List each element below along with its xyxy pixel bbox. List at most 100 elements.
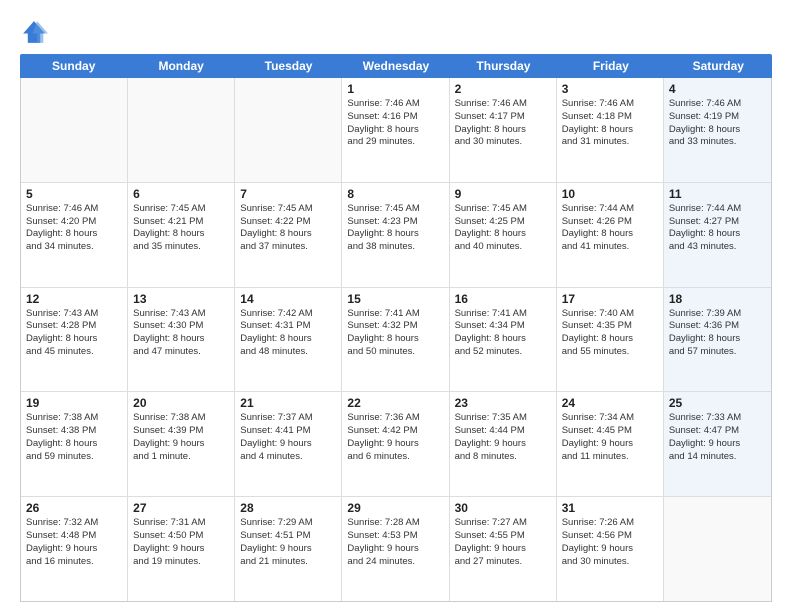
- calendar: SundayMondayTuesdayWednesdayThursdayFrid…: [20, 54, 772, 602]
- day-number: 15: [347, 292, 443, 306]
- cal-cell: 13Sunrise: 7:43 AM Sunset: 4:30 PM Dayli…: [128, 288, 235, 392]
- cal-cell: 7 Sunrise: 7:45 AM Sunset: 4:22 PM Daylig…: [235, 183, 342, 287]
- logo: [20, 18, 52, 46]
- cal-cell: 3 Sunrise: 7:46 AM Sunset: 4:18 PM Daylig…: [557, 78, 664, 182]
- cal-cell: 30Sunrise: 7:27 AM Sunset: 4:55 PM Dayli…: [450, 497, 557, 601]
- cell-text: Sunrise: 7:35 AM Sunset: 4:44 PM Dayligh…: [455, 412, 551, 463]
- cal-cell: [235, 78, 342, 182]
- cell-text: Sunrise: 7:43 AM Sunset: 4:30 PM Dayligh…: [133, 308, 229, 359]
- header-cell-wednesday: Wednesday: [342, 54, 449, 78]
- day-number: 2: [455, 82, 551, 96]
- cal-cell: 4 Sunrise: 7:46 AM Sunset: 4:19 PM Daylig…: [664, 78, 771, 182]
- day-number: 20: [133, 396, 229, 410]
- cell-text: Sunrise: 7:46 AM Sunset: 4:18 PM Dayligh…: [562, 98, 658, 149]
- cell-text: Sunrise: 7:41 AM Sunset: 4:34 PM Dayligh…: [455, 308, 551, 359]
- header-cell-sunday: Sunday: [20, 54, 127, 78]
- cal-cell: 16Sunrise: 7:41 AM Sunset: 4:34 PM Dayli…: [450, 288, 557, 392]
- cal-cell: [664, 497, 771, 601]
- week-row-5: 26Sunrise: 7:32 AM Sunset: 4:48 PM Dayli…: [21, 497, 771, 601]
- cal-cell: 23 Sunrise: 7:35 AM Sunset: 4:44 PM Dayli…: [450, 392, 557, 496]
- header-cell-monday: Monday: [127, 54, 234, 78]
- header-cell-thursday: Thursday: [450, 54, 557, 78]
- cell-text: Sunrise: 7:41 AM Sunset: 4:32 PM Dayligh…: [347, 308, 443, 359]
- day-number: 3: [562, 82, 658, 96]
- cal-cell: 26Sunrise: 7:32 AM Sunset: 4:48 PM Dayli…: [21, 497, 128, 601]
- cell-text: Sunrise: 7:45 AM Sunset: 4:22 PM Dayligh…: [240, 203, 336, 254]
- cal-cell: [128, 78, 235, 182]
- header-cell-saturday: Saturday: [665, 54, 772, 78]
- cell-text: Sunrise: 7:26 AM Sunset: 4:56 PM Dayligh…: [562, 517, 658, 568]
- cal-cell: 19Sunrise: 7:38 AM Sunset: 4:38 PM Dayli…: [21, 392, 128, 496]
- cell-text: Sunrise: 7:33 AM Sunset: 4:47 PM Dayligh…: [669, 412, 766, 463]
- header: [20, 18, 772, 46]
- cell-text: Sunrise: 7:40 AM Sunset: 4:35 PM Dayligh…: [562, 308, 658, 359]
- cell-text: Sunrise: 7:43 AM Sunset: 4:28 PM Dayligh…: [26, 308, 122, 359]
- day-number: 26: [26, 501, 122, 515]
- week-row-1: 1 Sunrise: 7:46 AM Sunset: 4:16 PM Daylig…: [21, 78, 771, 183]
- cell-text: Sunrise: 7:39 AM Sunset: 4:36 PM Dayligh…: [669, 308, 766, 359]
- day-number: 17: [562, 292, 658, 306]
- cal-cell: 20 Sunrise: 7:38 AM Sunset: 4:39 PM Dayli…: [128, 392, 235, 496]
- day-number: 31: [562, 501, 658, 515]
- cell-text: Sunrise: 7:34 AM Sunset: 4:45 PM Dayligh…: [562, 412, 658, 463]
- header-cell-friday: Friday: [557, 54, 664, 78]
- cell-text: Sunrise: 7:29 AM Sunset: 4:51 PM Dayligh…: [240, 517, 336, 568]
- cal-cell: 6Sunrise: 7:45 AM Sunset: 4:21 PM Daylig…: [128, 183, 235, 287]
- cell-text: Sunrise: 7:27 AM Sunset: 4:55 PM Dayligh…: [455, 517, 551, 568]
- day-number: 29: [347, 501, 443, 515]
- cal-cell: 14 Sunrise: 7:42 AM Sunset: 4:31 PM Dayli…: [235, 288, 342, 392]
- cell-text: Sunrise: 7:42 AM Sunset: 4:31 PM Dayligh…: [240, 308, 336, 359]
- cal-cell: 29Sunrise: 7:28 AM Sunset: 4:53 PM Dayli…: [342, 497, 449, 601]
- cal-cell: 5Sunrise: 7:46 AM Sunset: 4:20 PM Daylig…: [21, 183, 128, 287]
- cal-cell: 25 Sunrise: 7:33 AM Sunset: 4:47 PM Dayli…: [664, 392, 771, 496]
- header-cell-tuesday: Tuesday: [235, 54, 342, 78]
- cell-text: Sunrise: 7:38 AM Sunset: 4:39 PM Dayligh…: [133, 412, 229, 463]
- day-number: 23: [455, 396, 551, 410]
- day-number: 1: [347, 82, 443, 96]
- day-number: 10: [562, 187, 658, 201]
- cal-cell: 24 Sunrise: 7:34 AM Sunset: 4:45 PM Dayli…: [557, 392, 664, 496]
- week-row-3: 12 Sunrise: 7:43 AM Sunset: 4:28 PM Dayli…: [21, 288, 771, 393]
- cell-text: Sunrise: 7:45 AM Sunset: 4:23 PM Dayligh…: [347, 203, 443, 254]
- calendar-header: SundayMondayTuesdayWednesdayThursdayFrid…: [20, 54, 772, 78]
- logo-icon: [20, 18, 48, 46]
- day-number: 12: [26, 292, 122, 306]
- cal-cell: 17 Sunrise: 7:40 AM Sunset: 4:35 PM Dayli…: [557, 288, 664, 392]
- cal-cell: 8 Sunrise: 7:45 AM Sunset: 4:23 PM Daylig…: [342, 183, 449, 287]
- cal-cell: 12 Sunrise: 7:43 AM Sunset: 4:28 PM Dayli…: [21, 288, 128, 392]
- calendar-body: 1 Sunrise: 7:46 AM Sunset: 4:16 PM Daylig…: [20, 78, 772, 602]
- cal-cell: [21, 78, 128, 182]
- cell-text: Sunrise: 7:37 AM Sunset: 4:41 PM Dayligh…: [240, 412, 336, 463]
- day-number: 22: [347, 396, 443, 410]
- cal-cell: 15 Sunrise: 7:41 AM Sunset: 4:32 PM Dayli…: [342, 288, 449, 392]
- cell-text: Sunrise: 7:46 AM Sunset: 4:16 PM Dayligh…: [347, 98, 443, 149]
- day-number: 27: [133, 501, 229, 515]
- cell-text: Sunrise: 7:46 AM Sunset: 4:19 PM Dayligh…: [669, 98, 766, 149]
- week-row-2: 5Sunrise: 7:46 AM Sunset: 4:20 PM Daylig…: [21, 183, 771, 288]
- cell-text: Sunrise: 7:45 AM Sunset: 4:21 PM Dayligh…: [133, 203, 229, 254]
- day-number: 25: [669, 396, 766, 410]
- day-number: 24: [562, 396, 658, 410]
- cal-cell: 18Sunrise: 7:39 AM Sunset: 4:36 PM Dayli…: [664, 288, 771, 392]
- day-number: 7: [240, 187, 336, 201]
- cal-cell: 11 Sunrise: 7:44 AM Sunset: 4:27 PM Dayli…: [664, 183, 771, 287]
- cal-cell: 2 Sunrise: 7:46 AM Sunset: 4:17 PM Daylig…: [450, 78, 557, 182]
- cal-cell: 27 Sunrise: 7:31 AM Sunset: 4:50 PM Dayli…: [128, 497, 235, 601]
- day-number: 19: [26, 396, 122, 410]
- day-number: 8: [347, 187, 443, 201]
- day-number: 14: [240, 292, 336, 306]
- cal-cell: 21Sunrise: 7:37 AM Sunset: 4:41 PM Dayli…: [235, 392, 342, 496]
- cell-text: Sunrise: 7:44 AM Sunset: 4:27 PM Dayligh…: [669, 203, 766, 254]
- cell-text: Sunrise: 7:46 AM Sunset: 4:17 PM Dayligh…: [455, 98, 551, 149]
- cell-text: Sunrise: 7:36 AM Sunset: 4:42 PM Dayligh…: [347, 412, 443, 463]
- cal-cell: 1 Sunrise: 7:46 AM Sunset: 4:16 PM Daylig…: [342, 78, 449, 182]
- day-number: 28: [240, 501, 336, 515]
- cell-text: Sunrise: 7:31 AM Sunset: 4:50 PM Dayligh…: [133, 517, 229, 568]
- cell-text: Sunrise: 7:46 AM Sunset: 4:20 PM Dayligh…: [26, 203, 122, 254]
- page: SundayMondayTuesdayWednesdayThursdayFrid…: [0, 0, 792, 612]
- cal-cell: 28 Sunrise: 7:29 AM Sunset: 4:51 PM Dayli…: [235, 497, 342, 601]
- cal-cell: 10Sunrise: 7:44 AM Sunset: 4:26 PM Dayli…: [557, 183, 664, 287]
- day-number: 4: [669, 82, 766, 96]
- day-number: 11: [669, 187, 766, 201]
- cal-cell: 22 Sunrise: 7:36 AM Sunset: 4:42 PM Dayli…: [342, 392, 449, 496]
